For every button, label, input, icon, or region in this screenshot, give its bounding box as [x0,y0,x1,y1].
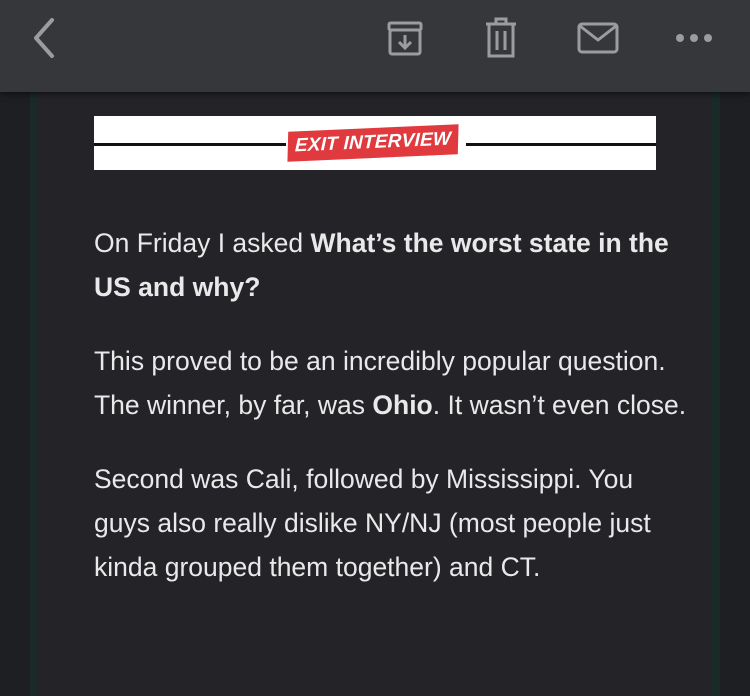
chevron-left-icon [34,18,54,58]
paragraph-1: On Friday I asked What’s the worst state… [94,221,694,309]
archive-button[interactable] [382,14,428,62]
more-horizontal-icon [676,34,712,42]
archive-icon [387,21,423,56]
newsletter-banner: EXIT INTERVIEW [94,116,656,170]
trash-icon [486,17,516,58]
email-toolbar [0,0,750,92]
more-options-button[interactable] [670,14,718,62]
email-article: On Friday I asked What’s the worst state… [94,221,694,619]
back-button[interactable] [24,14,64,62]
p1-lead: On Friday I asked [94,228,311,258]
p2-end: . It wasn’t even close. [432,390,687,420]
banner-label: EXIT INTERVIEW [294,128,452,157]
paragraph-3: Second was Cali, followed by Mississippi… [94,464,651,582]
banner-divider-left [94,143,286,146]
envelope-icon [577,22,619,54]
banner-tag: EXIT INTERVIEW [287,124,459,162]
p2-winner: Ohio [372,390,433,420]
mark-unread-button[interactable] [574,14,622,62]
paragraph-2: This proved to be an incredibly popular … [94,339,694,427]
banner-divider-right [466,143,656,146]
delete-button[interactable] [478,14,524,62]
